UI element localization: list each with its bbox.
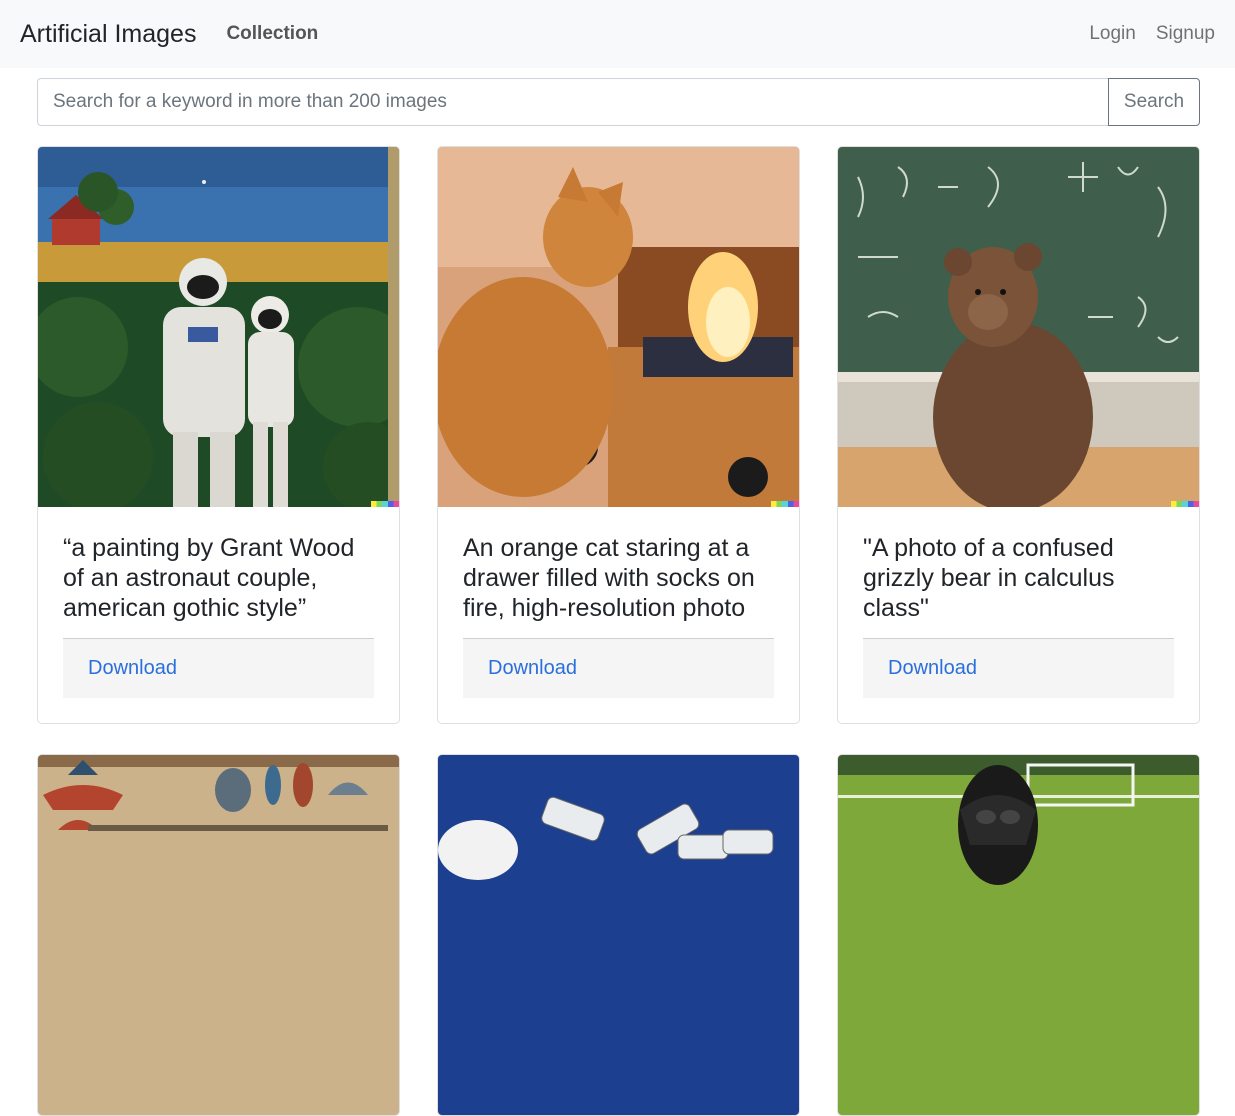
card-body: “a painting by Grant Wood of an astronau… (38, 507, 399, 723)
watermark-stripe (1171, 501, 1199, 507)
download-link[interactable]: Download (88, 657, 177, 680)
search-bar: Search (37, 78, 1200, 126)
image-card (837, 754, 1200, 1116)
image-card: “a painting by Grant Wood of an astronau… (37, 146, 400, 724)
card-image-cat[interactable] (438, 147, 799, 507)
search-input[interactable] (37, 78, 1108, 126)
card-title: “a painting by Grant Wood of an astronau… (63, 534, 355, 622)
card-body: "A photo of a confused grizzly bear in c… (838, 507, 1199, 723)
image-card (437, 754, 800, 1116)
download-link[interactable]: Download (888, 657, 977, 680)
watermark-stripe (771, 501, 799, 507)
search-button[interactable]: Search (1108, 78, 1200, 126)
login-link[interactable]: Login (1089, 23, 1136, 45)
card-footer: Download (63, 638, 374, 698)
card-image-cameras[interactable] (438, 755, 799, 1115)
card-footer: Download (463, 638, 774, 698)
card-title: "A photo of a confused grizzly bear in c… (863, 534, 1115, 622)
watermark-stripe (371, 501, 399, 507)
nav-collection-link[interactable]: Collection (226, 23, 318, 45)
nav-auth: Login Signup (1089, 23, 1215, 45)
image-card: An orange cat staring at a drawer filled… (437, 146, 800, 724)
card-image-astronaut[interactable] (38, 147, 399, 507)
image-card: "A photo of a confused grizzly bear in c… (837, 146, 1200, 724)
download-link[interactable]: Download (488, 657, 577, 680)
brand-link[interactable]: Artificial Images (20, 20, 196, 49)
signup-link[interactable]: Signup (1156, 23, 1215, 45)
card-footer: Download (863, 638, 1174, 698)
card-body: An orange cat staring at a drawer filled… (438, 507, 799, 723)
image-card (37, 754, 400, 1116)
navbar: Artificial Images Collection Login Signu… (0, 0, 1235, 68)
card-image-egyptian[interactable] (38, 755, 399, 1115)
card-image-vader[interactable] (838, 755, 1199, 1115)
card-title: An orange cat staring at a drawer filled… (463, 534, 755, 622)
card-image-bear[interactable] (838, 147, 1199, 507)
